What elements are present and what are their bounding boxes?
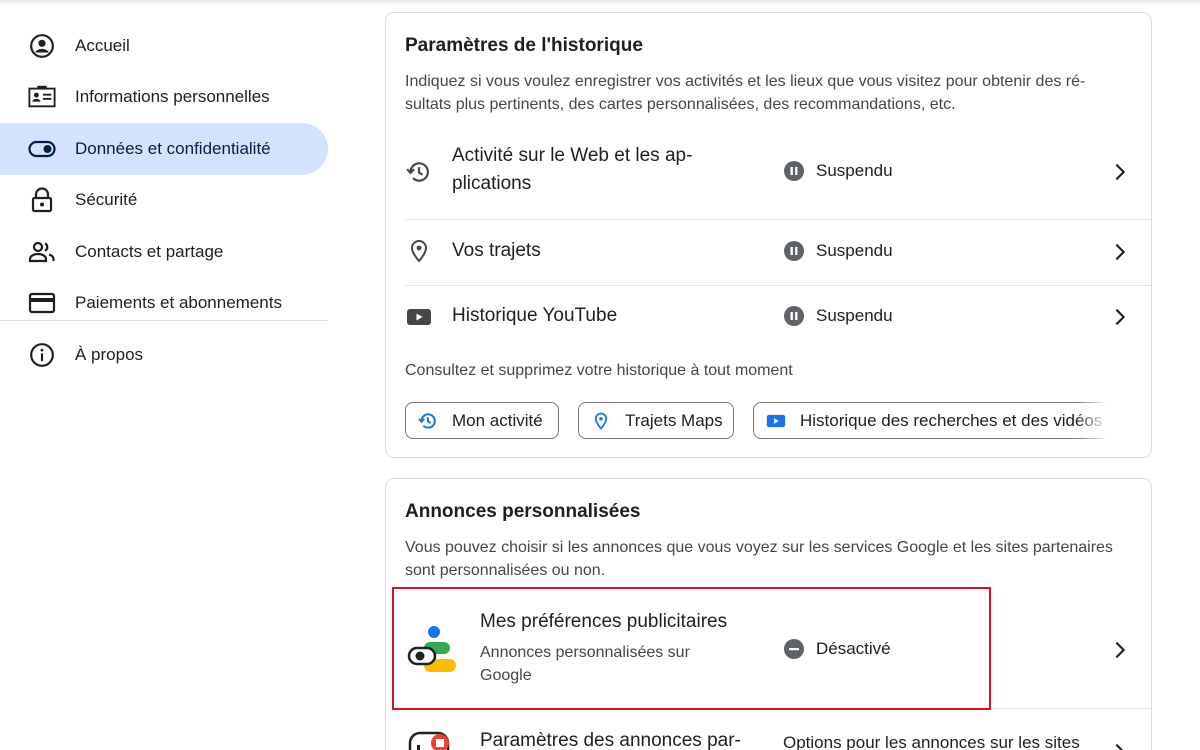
- card-description: Vous pouvez choisir si les annonces que …: [405, 539, 1113, 579]
- pause-icon: [784, 161, 804, 181]
- chips-fade: [1076, 402, 1116, 440]
- youtube-icon: [405, 303, 433, 331]
- sidebar-item-paiements[interactable]: Paiements et abonnements: [0, 278, 330, 330]
- status-text: Désactivé: [816, 639, 891, 658]
- status-text: Suspendu: [816, 161, 893, 180]
- sidebar-item-accueil[interactable]: Accueil: [0, 20, 330, 72]
- card-title: Annonces personnalisées: [405, 501, 641, 522]
- row-label: Historique YouTube: [452, 305, 618, 326]
- chip-label: Historique des recherches et des vidéos …: [800, 410, 1116, 430]
- chevron-right-icon: [1115, 743, 1124, 750]
- pause-icon: [784, 241, 804, 261]
- people-icon: [28, 238, 56, 266]
- sidebar-item-label: Paiements et abonnements: [75, 293, 282, 313]
- status: Suspendu: [784, 241, 893, 261]
- status-text: Options pour les annonces sur les sites: [783, 733, 1080, 750]
- chevron-right-icon: [1115, 308, 1126, 326]
- row-sublabel: Annonces personnalisées sur Google: [480, 644, 690, 684]
- history-icon: [418, 411, 438, 431]
- status: Suspendu: [784, 306, 893, 326]
- ads-card: Annonces personnalisées Vous pouvez choi…: [385, 478, 1152, 750]
- sidebar-item-label: À propos: [75, 344, 144, 364]
- status-text: Suspendu: [816, 241, 893, 260]
- chip-trajets-maps[interactable]: Trajets Maps: [578, 402, 734, 439]
- history-row-web-activity[interactable]: Activité sur le Web et les ap­plications…: [405, 142, 1151, 218]
- partner-ads-icon: [407, 729, 455, 750]
- ads-row-partner[interactable]: Paramètres des annonces par- Options pou…: [405, 709, 1151, 750]
- history-row-location[interactable]: Vos trajets Suspendu: [405, 220, 1151, 284]
- history-chips: Mon activité Trajets Maps Historique des…: [405, 402, 1116, 440]
- chevron-right-icon: [1115, 243, 1126, 261]
- sidebar-item-contacts[interactable]: Contacts et partage: [0, 226, 330, 278]
- card-description: Indiquez si vous voulez enregistrer vos …: [405, 73, 1086, 113]
- disabled-icon: [784, 639, 804, 659]
- sidebar-item-a-propos[interactable]: À propos: [0, 329, 328, 381]
- ads-row-preferences[interactable]: Mes préférences publicitaires Annonces p…: [405, 597, 1151, 707]
- lock-icon: [28, 186, 56, 214]
- status: Options pour les annonces sur les sites: [783, 733, 1080, 750]
- status-text: Suspendu: [816, 306, 893, 325]
- card-title: Paramètres de l'historique: [405, 35, 643, 56]
- toggle-icon: [28, 135, 56, 163]
- sidebar-divider: [0, 320, 328, 321]
- sidebar-item-label: Données et confidentialité: [75, 138, 271, 158]
- row-label: Mes préférences publicitaires: [480, 611, 728, 632]
- account-circle-icon: [28, 32, 56, 60]
- location-pin-icon: [405, 237, 433, 265]
- youtube-icon: [766, 411, 786, 431]
- chip-label: Mon activité: [452, 410, 543, 430]
- history-hint: Consultez et supprimez votre historique …: [405, 362, 793, 379]
- sidebar-item-label: Informations personnelles: [75, 87, 270, 107]
- chevron-right-icon: [1115, 641, 1126, 659]
- chip-mon-activite[interactable]: Mon activité: [405, 402, 559, 439]
- status: Suspendu: [784, 161, 893, 181]
- row-label: Activité sur le Web et les ap­plications: [452, 145, 693, 194]
- credit-card-icon: [28, 289, 56, 317]
- sidebar-item-securite[interactable]: Sécurité: [0, 175, 330, 227]
- row-label: Vos trajets: [452, 240, 541, 261]
- ad-preferences-icon: [407, 625, 459, 677]
- chevron-right-icon: [1115, 163, 1126, 181]
- sidebar-item-informations[interactable]: Informations personnelles: [0, 72, 330, 124]
- pause-icon: [784, 306, 804, 326]
- top-shadow: [0, 0, 1200, 6]
- sidebar-item-donnees[interactable]: Données et confidentialité: [0, 123, 328, 175]
- history-icon: [405, 158, 433, 186]
- chip-historique-recherches[interactable]: Historique des recherches et des vidéos …: [753, 402, 1116, 439]
- maps-pin-icon: [591, 411, 611, 431]
- history-settings-card: Paramètres de l'historique Indiquez si v…: [385, 12, 1152, 458]
- chip-label: Trajets Maps: [625, 410, 723, 430]
- info-icon: [28, 341, 56, 369]
- id-card-icon: [28, 83, 56, 111]
- status: Désactivé: [784, 639, 891, 659]
- sidebar-nav: Accueil Informations personnelles Donnée…: [0, 20, 330, 329]
- history-row-youtube[interactable]: Historique YouTube Suspendu: [405, 286, 1151, 348]
- sidebar-item-label: Sécurité: [75, 190, 138, 210]
- sidebar-item-label: Accueil: [75, 35, 130, 55]
- row-label: Paramètres des annonces par-: [480, 730, 741, 750]
- sidebar-item-label: Contacts et partage: [75, 241, 224, 261]
